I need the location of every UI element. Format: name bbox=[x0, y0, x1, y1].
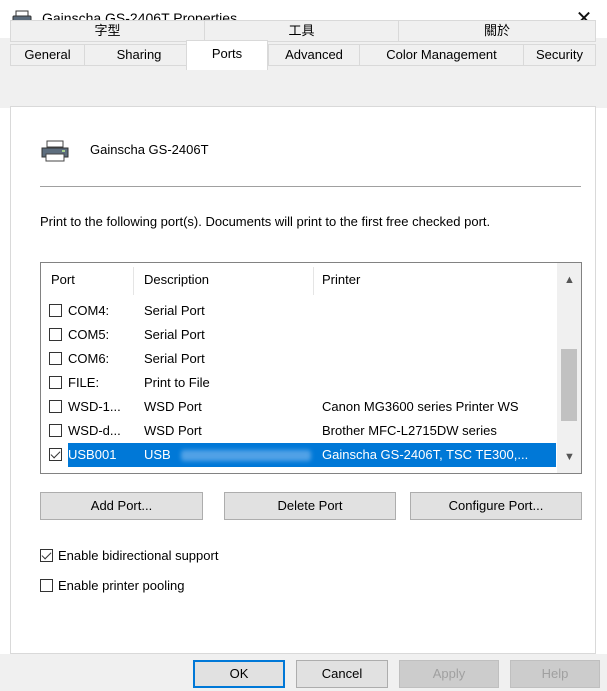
apply-button[interactable]: Apply bbox=[399, 660, 499, 688]
description-cell: Serial Port bbox=[144, 303, 205, 318]
tab-color-management[interactable]: Color Management bbox=[359, 44, 524, 66]
table-row-selected[interactable]: USB001 USB Gainscha GS-2406T, TSC TE300,… bbox=[41, 443, 557, 467]
port-checkbox[interactable] bbox=[49, 376, 62, 389]
printer-cell: Brother MFC-L2715DW series bbox=[322, 423, 497, 438]
tab-ports[interactable]: Ports bbox=[186, 40, 268, 70]
tab-security[interactable]: Security bbox=[523, 44, 596, 66]
printer-cell: Canon MG3600 series Printer WS bbox=[322, 399, 519, 414]
port-checkbox[interactable] bbox=[49, 400, 62, 413]
help-button[interactable]: Help bbox=[510, 660, 600, 688]
scroll-down-icon[interactable]: ▼ bbox=[564, 451, 575, 463]
tab-sharing[interactable]: Sharing bbox=[84, 44, 194, 66]
vertical-scrollbar[interactable]: ▲ ▼ bbox=[557, 263, 581, 473]
scroll-thumb[interactable] bbox=[561, 349, 577, 421]
table-row[interactable]: WSD-1... WSD Port Canon MG3600 series Pr… bbox=[41, 395, 557, 419]
pooling-label[interactable]: Enable printer pooling bbox=[58, 578, 184, 593]
port-checkbox[interactable] bbox=[49, 304, 62, 317]
table-row[interactable]: COM4: Serial Port bbox=[41, 299, 557, 323]
ports-list[interactable]: Port Description Printer COM4: Serial Po… bbox=[40, 262, 582, 474]
description-cell: Print to File bbox=[144, 375, 210, 390]
table-row[interactable]: COM6: Serial Port bbox=[41, 347, 557, 371]
port-checkbox[interactable] bbox=[49, 352, 62, 365]
printer-cell: Gainscha GS-2406T, TSC TE300,... bbox=[322, 447, 529, 462]
cancel-button[interactable]: Cancel bbox=[296, 660, 388, 688]
port-cell: COM5: bbox=[68, 327, 110, 342]
description-cell: Serial Port bbox=[144, 327, 205, 342]
description-cell: Serial Port bbox=[144, 351, 205, 366]
table-row[interactable]: FILE: Print to File bbox=[41, 371, 557, 395]
tab-tools[interactable]: 工具 bbox=[204, 20, 399, 42]
redacted-area bbox=[181, 450, 311, 461]
tab-font[interactable]: 字型 bbox=[10, 20, 205, 42]
port-checkbox[interactable] bbox=[49, 424, 62, 437]
port-cell: WSD-d... bbox=[68, 423, 121, 438]
port-cell: COM4: bbox=[68, 303, 110, 318]
port-cell: WSD-1... bbox=[68, 399, 121, 414]
tab-about[interactable]: 關於 bbox=[398, 20, 596, 42]
tab-advanced[interactable]: Advanced bbox=[268, 44, 360, 66]
description-cell: WSD Port bbox=[144, 423, 202, 438]
bidirectional-checkbox[interactable] bbox=[40, 549, 53, 562]
tab-general[interactable]: General bbox=[10, 44, 85, 66]
port-checkbox[interactable] bbox=[49, 328, 62, 341]
description-cell: WSD Port bbox=[144, 399, 202, 414]
port-checkbox[interactable] bbox=[49, 448, 62, 461]
column-header-printer[interactable]: Printer bbox=[322, 272, 360, 287]
ports-description: Print to the following port(s). Document… bbox=[40, 214, 491, 229]
bidirectional-label[interactable]: Enable bidirectional support bbox=[58, 548, 218, 563]
printer-icon bbox=[41, 140, 69, 162]
table-row[interactable]: WSD-d... WSD Port Brother MFC-L2715DW se… bbox=[41, 419, 557, 443]
scroll-up-icon[interactable]: ▲ bbox=[564, 274, 575, 286]
port-cell: USB001 bbox=[68, 447, 117, 462]
pooling-checkbox[interactable] bbox=[40, 579, 53, 592]
printer-name: Gainscha GS-2406T bbox=[90, 142, 209, 157]
table-row[interactable]: COM5: Serial Port bbox=[41, 323, 557, 347]
column-header-description[interactable]: Description bbox=[144, 272, 209, 287]
configure-port-button[interactable]: Configure Port... bbox=[410, 492, 582, 520]
ok-button[interactable]: OK bbox=[193, 660, 285, 688]
port-cell: COM6: bbox=[68, 351, 110, 366]
list-header: Port Description Printer bbox=[41, 263, 559, 299]
port-cell: FILE: bbox=[68, 375, 100, 390]
add-port-button[interactable]: Add Port... bbox=[40, 492, 203, 520]
divider bbox=[40, 186, 581, 187]
description-cell: USB bbox=[144, 447, 171, 462]
column-header-port[interactable]: Port bbox=[51, 272, 75, 287]
delete-port-button[interactable]: Delete Port bbox=[224, 492, 396, 520]
